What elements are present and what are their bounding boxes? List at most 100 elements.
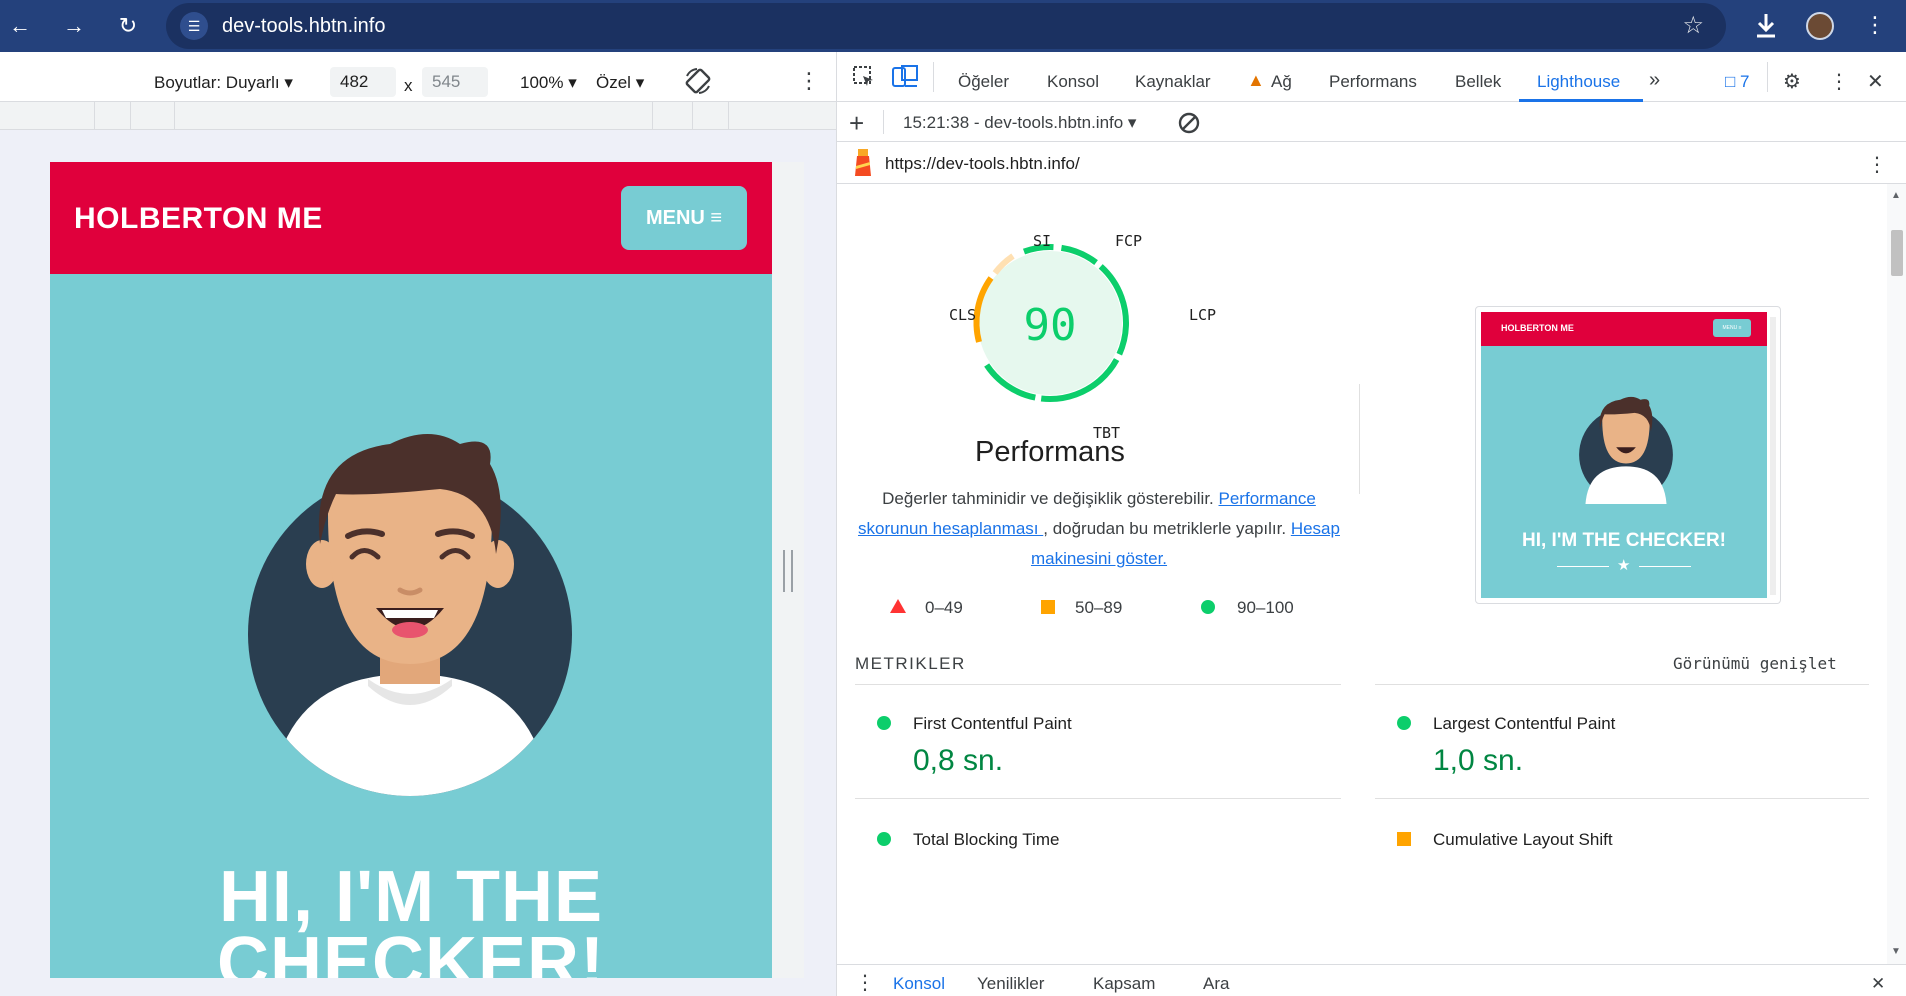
metric-lcp-name: Largest Contentful Paint [1433, 714, 1616, 733]
throttle-dropdown[interactable]: Özel ▾ [596, 73, 644, 93]
dimensions-dropdown[interactable]: Boyutlar: Duyarlı ▾ [154, 73, 293, 93]
tab-memory[interactable]: Bellek [1455, 72, 1501, 92]
thumb-title: HI, I'M THE CHECKER! [1521, 530, 1727, 551]
browser-menu-icon[interactable]: ⋮ [1864, 12, 1886, 38]
tab-elements[interactable]: Öğeler [958, 72, 1009, 92]
report-scrollbar[interactable]: ▲ ▼ [1887, 184, 1906, 964]
metrics-heading: METRIKLER [855, 654, 966, 673]
issues-counter[interactable]: □ 7 [1725, 72, 1749, 92]
device-toggle-icon[interactable] [891, 64, 919, 90]
thumb-avatar [1579, 396, 1673, 504]
report-select-dropdown[interactable]: 15:21:38 - dev-tools.hbtn.info ▾ [903, 113, 1136, 133]
legend-average-icon [1041, 600, 1055, 614]
hero-title: HI, I'M THE CHECKER! [50, 857, 772, 978]
issues-count: 7 [1740, 72, 1750, 91]
more-tabs-icon[interactable]: » [1649, 69, 1660, 92]
inspect-element-icon[interactable] [851, 64, 877, 90]
device-more-icon[interactable]: ⋮ [798, 68, 820, 94]
profile-avatar[interactable] [1806, 12, 1834, 40]
menu-button[interactable]: MENU ≡ [621, 186, 747, 250]
width-input[interactable]: 482 [330, 67, 396, 97]
devtools-menu-icon[interactable]: ⋮ [1829, 69, 1849, 94]
gauge-label-fcp: FCP [1115, 232, 1143, 250]
close-drawer-icon[interactable]: ✕ [1871, 974, 1885, 994]
zoom-dropdown[interactable]: 100% ▾ [520, 73, 577, 93]
report-menu-icon[interactable]: ⋮ [1867, 152, 1887, 177]
report-divider [1359, 384, 1360, 494]
site-logo[interactable]: HOLBERTON ME [74, 202, 323, 236]
expand-view-toggle[interactable]: Görünümü genişlet [1673, 654, 1837, 673]
drawer-tab-coverage[interactable]: Kapsam [1093, 974, 1155, 994]
thumb-star-icon: ★ [1617, 557, 1631, 574]
drawer-menu-icon[interactable]: ⋮ [855, 970, 875, 995]
legend-pass-range: 90–100 [1237, 598, 1294, 617]
browser-toolbar: ← → ↻ ☰ dev-tools.hbtn.info ☆ ⋮ [0, 0, 1906, 52]
height-input[interactable]: 545 [422, 67, 488, 97]
tbt-status-icon [877, 832, 891, 846]
network-warning-icon: ▲ [1247, 70, 1265, 90]
thumb-menu: MENU ≡ [1713, 319, 1751, 337]
tab-network[interactable]: Ağ [1271, 72, 1292, 92]
download-icon[interactable] [1751, 10, 1781, 42]
settings-gear-icon[interactable]: ⚙ [1783, 69, 1801, 94]
metric-lcp-value: 1,0 sn. [1433, 744, 1524, 777]
metric-tbt-name: Total Blocking Time [913, 830, 1060, 849]
drawer-tab-whats-new[interactable]: Yenilikler [977, 974, 1044, 994]
metric-cls-name: Cumulative Layout Shift [1433, 830, 1613, 849]
report-url[interactable]: https://dev-tools.hbtn.info/ [885, 154, 1080, 174]
lighthouse-report: 90 SI FCP LCP TBT CLS Performans Değerle… [837, 184, 1887, 964]
lighthouse-toolbar: + 15:21:38 - dev-tools.hbtn.info ▾ [837, 102, 1906, 142]
bookmark-star-icon[interactable]: ☆ [1682, 11, 1704, 40]
performance-score: 90 [1023, 300, 1077, 351]
category-title: Performans [975, 436, 1125, 468]
metric-fcp-name: First Contentful Paint [913, 714, 1072, 733]
legend-average-range: 50–89 [1075, 598, 1123, 617]
site-settings-icon[interactable]: ☰ [180, 12, 208, 40]
devtools-drawer: ⋮ Konsol Yenilikler Kapsam Ara ✕ [837, 964, 1906, 996]
drawer-tab-search[interactable]: Ara [1203, 974, 1229, 994]
gauge-label-lcp: LCP [1189, 306, 1217, 324]
reload-icon[interactable]: ↻ [112, 10, 144, 42]
gauge-label-si: SI [1033, 232, 1052, 250]
metric-fcp-value: 0,8 sn. [913, 744, 1004, 777]
new-report-plus-icon[interactable]: + [849, 108, 864, 139]
legend-fail-range: 0–49 [925, 598, 963, 617]
desc-text-2: , doğrudan bu metriklerle yapılır. [1043, 519, 1291, 538]
page-screenshot-thumbnail[interactable]: HOLBERTON ME MENU ≡ HI, I'M THE CHECKER!… [1475, 306, 1781, 604]
devtools-tabbar: Öğeler Konsol Kaynaklar ▲ Ağ Performans … [837, 52, 1906, 102]
lighthouse-logo-icon [855, 149, 871, 176]
site-header: HOLBERTON ME MENU ≡ [50, 162, 772, 274]
gauge-label-cls: CLS [949, 306, 977, 324]
fcp-status-icon [877, 716, 891, 730]
lcp-status-icon [1397, 716, 1411, 730]
clear-reports-icon[interactable] [1177, 111, 1201, 135]
desc-text-1: Değerler tahminidir ve değişiklik göster… [882, 489, 1219, 508]
report-url-bar: https://dev-tools.hbtn.info/ ⋮ [837, 142, 1906, 184]
legend-fail-icon [890, 599, 906, 613]
avatar-illustration [248, 434, 572, 796]
address-bar[interactable]: ☰ dev-tools.hbtn.info ☆ [166, 3, 1726, 49]
close-devtools-icon[interactable]: ✕ [1867, 69, 1884, 94]
devtools-panel: Öğeler Konsol Kaynaklar ▲ Ağ Performans … [836, 52, 1906, 996]
dimension-separator: x [404, 76, 413, 95]
cls-status-icon [1397, 832, 1411, 846]
viewport-resize-handle[interactable] [783, 550, 793, 592]
media-query-ruler [0, 102, 836, 130]
thumb-logo: HOLBERTON ME [1501, 323, 1574, 333]
issues-icon: □ [1725, 72, 1736, 91]
tab-console[interactable]: Konsol [1047, 72, 1099, 92]
score-description: Değerler tahminidir ve değişiklik göster… [857, 484, 1341, 574]
hero-line-1: HI, I'M THE [218, 857, 604, 937]
forward-arrow-icon[interactable]: → [58, 10, 90, 42]
device-toolbar: Boyutlar: Duyarlı ▾ 482 x 545 100% ▾ Öze… [0, 52, 836, 102]
address-url[interactable]: dev-tools.hbtn.info [222, 15, 385, 38]
tab-sources[interactable]: Kaynaklar [1135, 72, 1211, 92]
tab-performance[interactable]: Performans [1329, 72, 1417, 92]
back-arrow-icon[interactable]: ← [4, 10, 36, 42]
hero-line-2: CHECKER! [216, 923, 605, 978]
rotate-icon[interactable] [683, 66, 713, 96]
drawer-tab-console[interactable]: Konsol [893, 974, 945, 994]
legend-pass-icon [1201, 600, 1215, 614]
emulated-page: HOLBERTON ME MENU ≡ HI, I'M THE CHECKER! [50, 162, 772, 978]
tab-lighthouse[interactable]: Lighthouse [1537, 72, 1620, 92]
